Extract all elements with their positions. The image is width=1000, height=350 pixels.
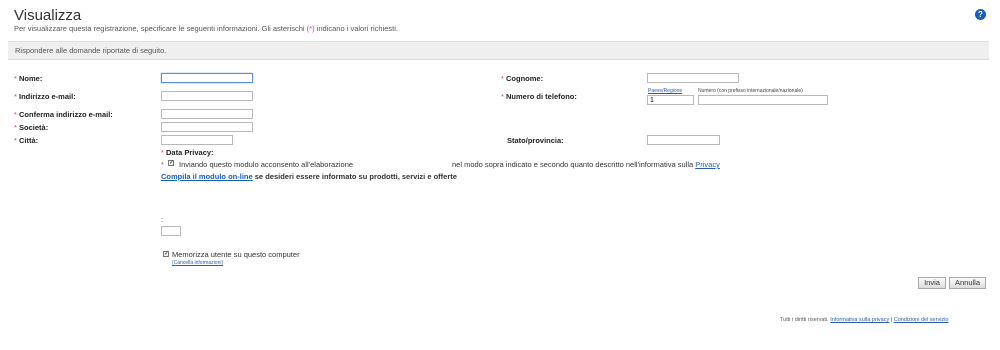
submit-button[interactable]: Invia xyxy=(918,277,946,289)
required-star: * xyxy=(161,160,164,169)
telefono-label-text: Numero di telefono: xyxy=(506,92,577,101)
stato-input[interactable] xyxy=(647,135,720,145)
email-label-text: Indirizzo e-mail: xyxy=(19,92,76,101)
required-star: * xyxy=(14,123,17,132)
telefono-label: * Numero di telefono: xyxy=(501,92,577,101)
cognome-input[interactable] xyxy=(647,73,739,83)
required-star: * xyxy=(14,136,17,145)
nome-label: * Nome: xyxy=(14,74,42,83)
intro-text-start: Per visualizzare questa registrazione, s… xyxy=(14,24,305,33)
footer-separator: | xyxy=(890,317,893,323)
conferma-email-label: * Conferma indirizzo e-mail: xyxy=(14,110,113,119)
online-form-text: se desideri essere informato su prodotti… xyxy=(254,172,457,181)
conferma-email-label-text: Conferma indirizzo e-mail: xyxy=(19,110,113,119)
nome-label-text: Nome: xyxy=(19,74,43,83)
phone-number-input[interactable] xyxy=(698,95,828,105)
societa-label-text: Società: xyxy=(19,123,49,132)
country-code-input[interactable] xyxy=(647,95,694,105)
instructions-text: Rispondere alle domande riportate di seg… xyxy=(15,46,167,55)
societa-input[interactable] xyxy=(161,122,253,132)
intro-text-end: indicano i valori richiesti. xyxy=(316,24,398,33)
required-star: * xyxy=(14,110,17,119)
privacy-consent-checkbox[interactable]: ✓ xyxy=(168,160,174,166)
remember-label: Memorizza utente su questo computer xyxy=(172,250,300,259)
citta-label: * Città: xyxy=(14,136,38,145)
citta-input[interactable] xyxy=(161,135,233,145)
footer: Tutti i diritti riservati. Informativa s… xyxy=(780,317,948,323)
extra-field-input[interactable] xyxy=(161,226,181,236)
cognome-label-text: Cognome: xyxy=(506,74,544,83)
footer-privacy-link[interactable]: Informativa sulla privacy xyxy=(830,317,889,323)
stato-label: Stato/provincia: xyxy=(507,136,564,145)
citta-label-text: Città: xyxy=(19,136,39,145)
privacy-consent-text-start: Inviando questo modulo acconsento all'el… xyxy=(179,160,354,169)
privacy-link[interactable]: Privacy xyxy=(695,160,720,169)
remember-checkbox[interactable]: ✓ xyxy=(163,251,169,257)
required-star: * xyxy=(501,74,504,83)
email-input[interactable] xyxy=(161,91,253,101)
intro-text: Per visualizzare questa registrazione, s… xyxy=(14,24,398,33)
paese-label[interactable]: Paese/Regione xyxy=(648,88,682,94)
nome-input[interactable] xyxy=(161,73,253,83)
required-star: * xyxy=(501,92,504,101)
cancel-button[interactable]: Annulla xyxy=(949,277,986,289)
privacy-title: * Data Privacy: xyxy=(161,148,214,157)
online-form-row: Compila il modulo on-line se desideri es… xyxy=(161,172,457,181)
email-label: * Indirizzo e-mail: xyxy=(14,92,76,101)
numero-label: Numero (con prefisso internazionale/nazi… xyxy=(698,88,803,94)
page-title: Visualizza xyxy=(14,7,82,24)
conferma-email-input[interactable] xyxy=(161,109,253,119)
societa-label: * Società: xyxy=(14,123,48,132)
required-star: * xyxy=(161,148,164,157)
required-star: * xyxy=(14,92,17,101)
privacy-title-text: Data Privacy: xyxy=(166,148,214,157)
footer-rights: Tutti i diritti riservati. xyxy=(780,317,829,323)
online-form-link[interactable]: Compila il modulo on-line xyxy=(161,172,253,181)
instructions-bar: Rispondere alle domande riportate di seg… xyxy=(8,41,989,60)
footer-terms-link[interactable]: Condizioni del servizio xyxy=(894,317,949,323)
privacy-consent-text-end: nel modo sopra indicato e secondo quanto… xyxy=(452,160,720,169)
cognome-label: * Cognome: xyxy=(501,74,543,83)
help-icon[interactable]: ? xyxy=(975,9,986,20)
clear-info-link[interactable]: (Cancella informazioni) xyxy=(172,260,223,266)
extra-field-label: : xyxy=(161,215,164,224)
privacy-consent-row: * xyxy=(161,160,164,169)
required-marker: (*) xyxy=(306,24,315,33)
privacy-consent-text-end-label: nel modo sopra indicato e secondo quanto… xyxy=(452,160,694,169)
required-star: * xyxy=(14,74,17,83)
